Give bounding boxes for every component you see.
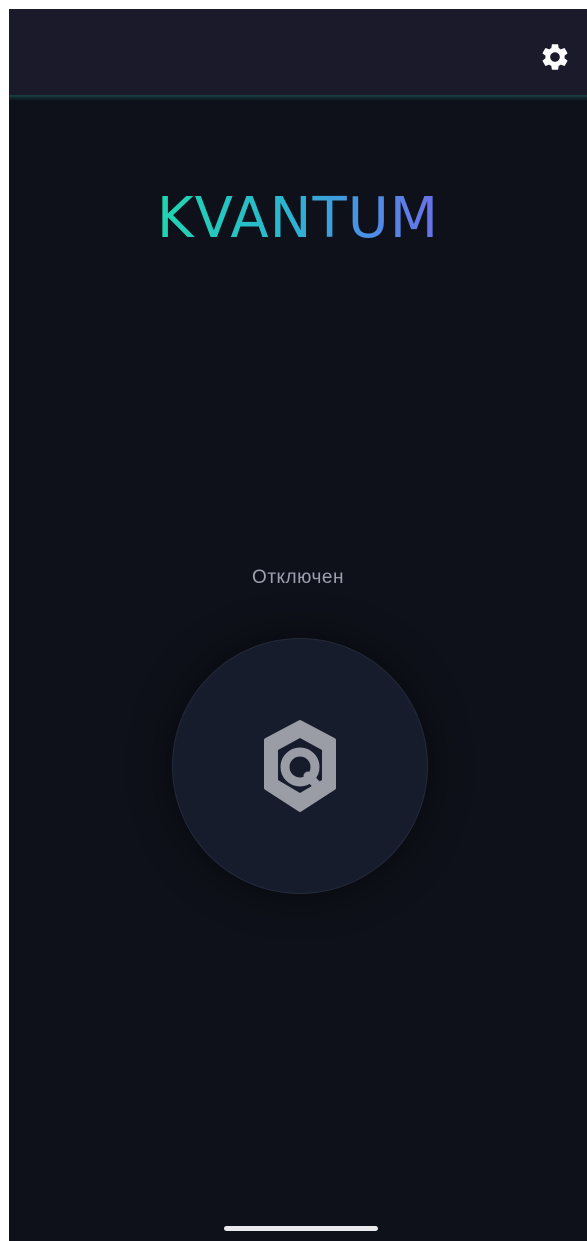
shield-q-icon — [264, 720, 336, 812]
app-title-text: KVANTUM — [156, 186, 440, 251]
top-bar — [9, 9, 587, 97]
connect-button[interactable] — [172, 638, 428, 894]
settings-button[interactable] — [537, 39, 573, 75]
app-logo-title: KVANTUM — [9, 187, 587, 251]
top-bar-divider — [9, 95, 587, 101]
gear-icon — [542, 44, 568, 70]
home-indicator[interactable] — [224, 1226, 378, 1231]
connection-status: Отключен — [252, 567, 344, 588]
app-screen: KVANTUM Отключен — [9, 9, 587, 1241]
